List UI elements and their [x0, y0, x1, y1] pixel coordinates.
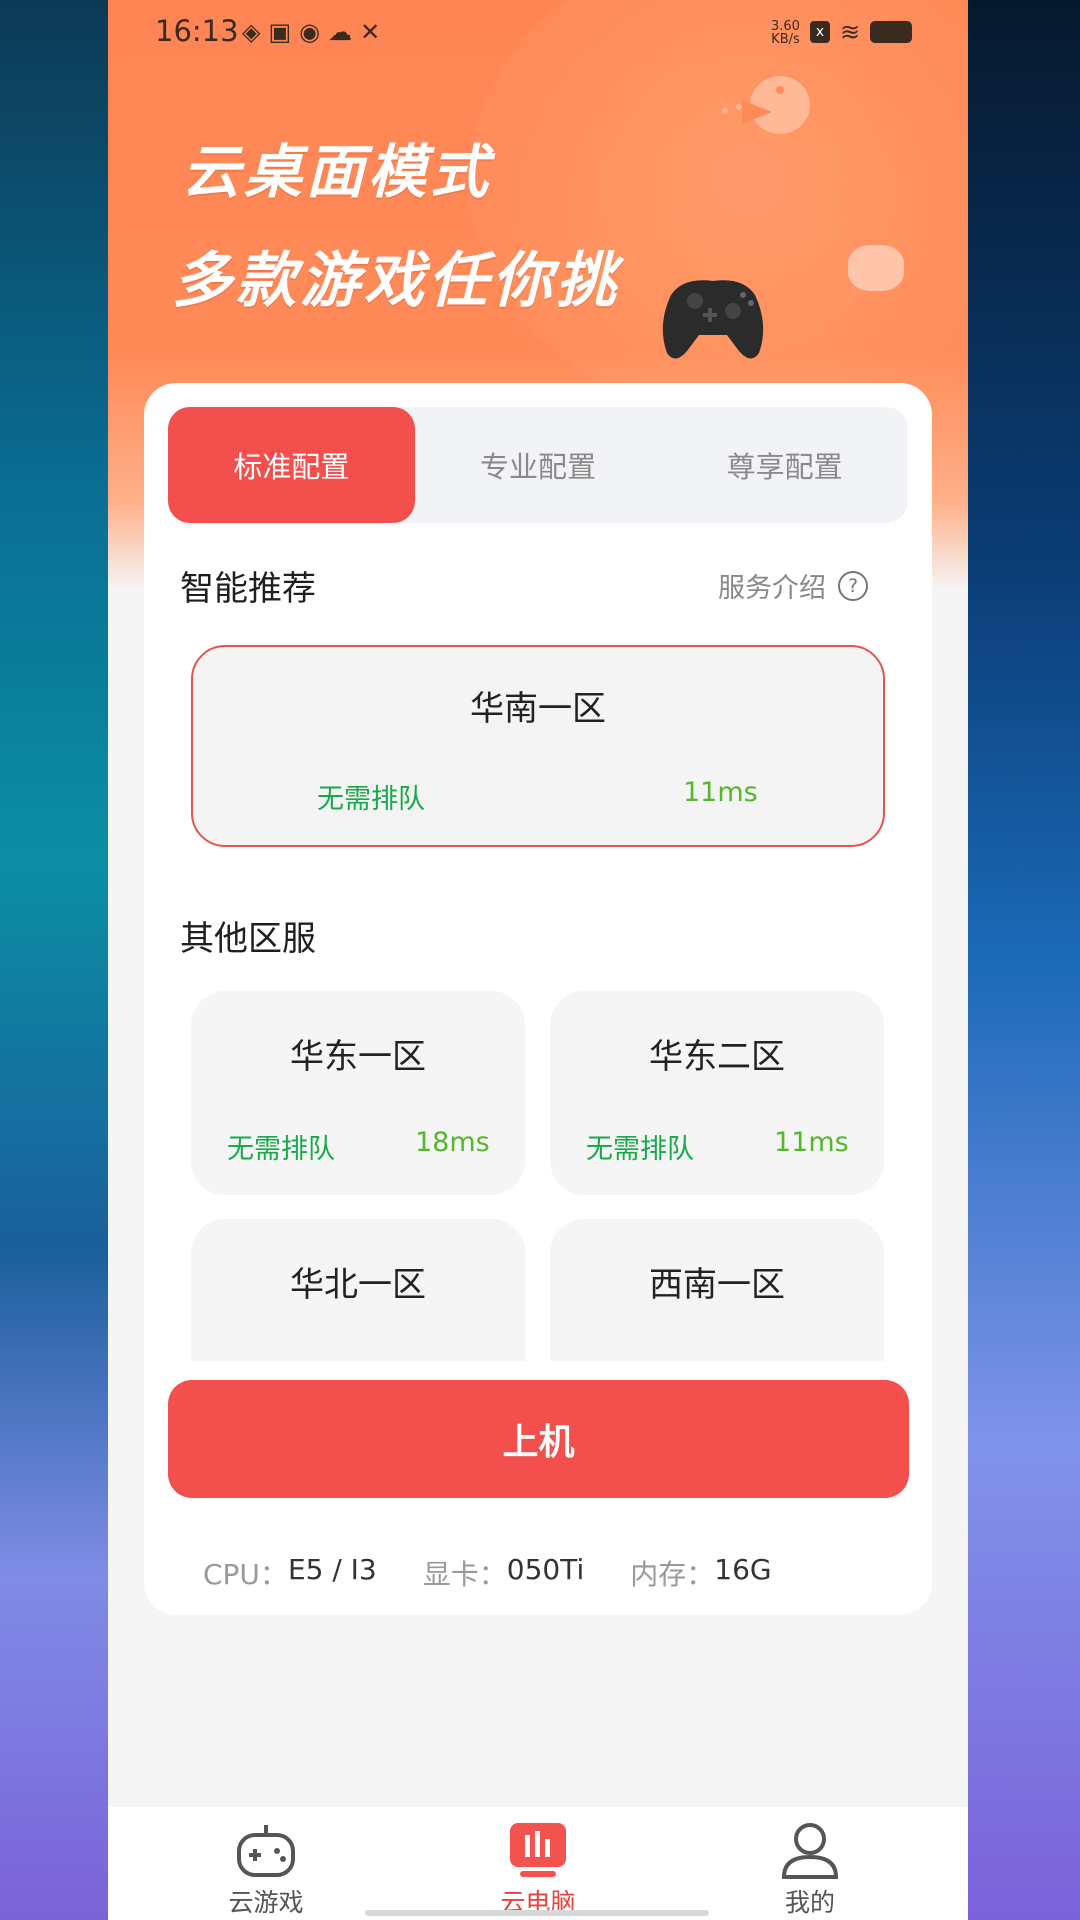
- ram-value: 16G: [714, 1553, 772, 1586]
- system-icons: x ≋: [810, 18, 913, 46]
- recommend-title: 智能推荐: [180, 569, 316, 609]
- app-icon: ◈: [242, 18, 269, 46]
- calendar-icon: ▣: [268, 18, 300, 46]
- sim-icon: x: [810, 21, 830, 43]
- nav-cloud-pc[interactable]: 云电脑: [438, 1807, 638, 1920]
- cloud-icon: ☁: [328, 18, 361, 46]
- pacman-eye: [776, 86, 784, 94]
- gpu-value: 050Ti: [506, 1553, 585, 1586]
- hero-title-line1: 云桌面模式: [182, 138, 493, 206]
- hardware-specs: CPU： E5 / I3 显卡： 050Ti 内存： 16G: [203, 1553, 818, 1593]
- config-card: 标准配置 专业配置 尊享配置 智能推荐 服务介绍 ? 华南一区 无需排队 11m…: [144, 383, 932, 1615]
- gamepad-icon: [237, 1825, 295, 1877]
- server-card[interactable]: 华东二区 无需排队 11ms: [550, 991, 884, 1195]
- cloud-pc-icon: [510, 1823, 566, 1877]
- gamepad-illustration: [662, 280, 764, 359]
- server-card[interactable]: 西南一区: [550, 1219, 884, 1361]
- queue-status: 无需排队: [317, 784, 425, 815]
- wifi-icon: ≋: [840, 18, 861, 46]
- status-bar: 16:13 ◈▣◉☁✕ 3.60 KB/s x ≋: [108, 0, 968, 66]
- nav-label: 我的: [784, 1888, 835, 1917]
- pacman-mouth: [742, 100, 772, 124]
- home-indicator[interactable]: [365, 1910, 709, 1916]
- server-name: 华南一区: [470, 689, 606, 729]
- network-speed-unit: KB/s: [771, 32, 800, 47]
- background-right: [968, 0, 1080, 1920]
- tab-premium[interactable]: 尊享配置: [661, 407, 908, 523]
- launch-button[interactable]: 上机: [168, 1380, 909, 1498]
- server-card[interactable]: 华东一区 无需排队 18ms: [191, 991, 525, 1195]
- user-icon: [781, 1823, 839, 1879]
- notification-icons: ◈▣◉☁✕: [242, 18, 388, 46]
- ping-value: 18ms: [415, 1127, 490, 1158]
- config-tabs: 标准配置 专业配置 尊享配置: [168, 407, 908, 523]
- ping-value: 11ms: [683, 777, 758, 808]
- hero-title-line2: 多款游戏任你挑: [172, 246, 620, 316]
- status-time: 16:13: [155, 14, 239, 48]
- nav-label: 云游戏: [228, 1888, 304, 1917]
- service-intro-link[interactable]: 服务介绍 ?: [718, 566, 868, 605]
- cpu-label: CPU：: [203, 1558, 288, 1591]
- tab-professional[interactable]: 专业配置: [415, 407, 662, 523]
- server-name: 西南一区: [649, 1265, 785, 1305]
- tab-standard[interactable]: 标准配置: [168, 407, 415, 523]
- network-speed: 3.60 KB/s: [771, 20, 800, 46]
- service-intro-label: 服务介绍: [718, 573, 826, 604]
- queue-status: 无需排队: [227, 1134, 335, 1165]
- tools-icon: ✕: [360, 18, 389, 46]
- nav-mine[interactable]: 我的: [710, 1807, 910, 1920]
- bottom-nav: 云游戏 云电脑 我的: [108, 1807, 968, 1920]
- cpu-value: E5 / I3: [287, 1553, 377, 1586]
- gpu-label: 显卡：: [422, 1558, 507, 1591]
- recommended-server-card[interactable]: 华南一区 无需排队 11ms: [191, 645, 885, 847]
- bubble-decoration: [848, 245, 904, 291]
- other-servers-title: 其他区服: [180, 919, 316, 959]
- battery-icon: [870, 21, 913, 43]
- help-icon: ?: [838, 570, 868, 601]
- server-name: 华北一区: [290, 1265, 426, 1305]
- ping-value: 11ms: [774, 1127, 849, 1158]
- phone-screen: 云桌面模式 多款游戏任你挑 16:13 ◈▣◉☁✕ 3.60 KB/s x ≋ …: [108, 0, 968, 1920]
- cat-icon: ◉: [299, 18, 329, 46]
- server-name: 华东一区: [290, 1037, 426, 1077]
- nav-cloud-game[interactable]: 云游戏: [166, 1807, 366, 1920]
- server-card[interactable]: 华北一区: [191, 1219, 525, 1361]
- server-name: 华东二区: [649, 1037, 785, 1077]
- server-grid: 华东一区 无需排队 18ms 华东二区 无需排队 11ms 华北一区 西南一区: [180, 991, 894, 1361]
- queue-status: 无需排队: [586, 1134, 694, 1165]
- ram-label: 内存：: [630, 1558, 715, 1591]
